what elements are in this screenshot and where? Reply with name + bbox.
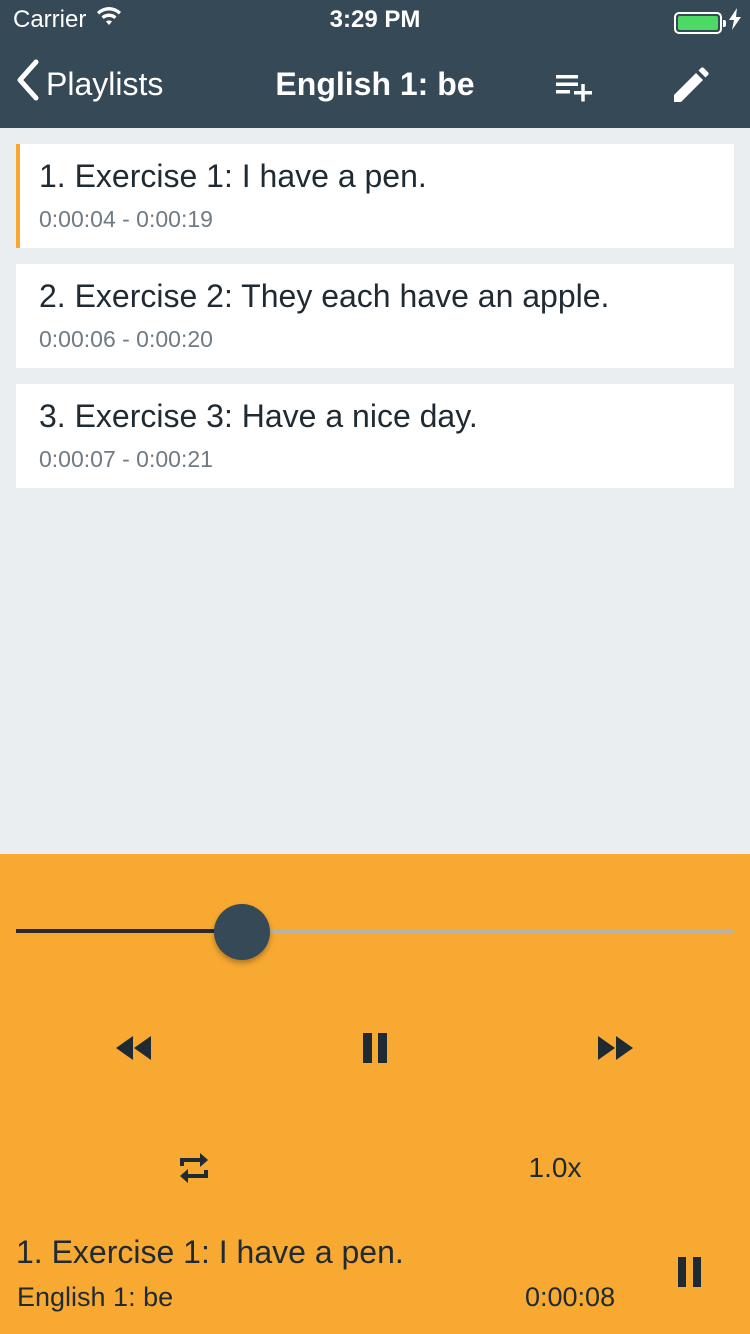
fast-forward-icon: [595, 1034, 635, 1067]
now-playing-playlist: English 1: be: [17, 1282, 174, 1312]
pencil-icon[interactable]: [668, 64, 712, 108]
top-bar: Carrier 3:29 PM Playlists English 1: be: [0, 0, 750, 128]
seek-slider[interactable]: [16, 902, 734, 962]
back-button[interactable]: Playlists: [14, 58, 164, 110]
track-list: 1. Exercise 1: I have a pen. 0:00:04 - 0…: [16, 144, 734, 504]
navigation-bar: Playlists English 1: be: [0, 40, 750, 128]
pause-icon: [360, 1032, 390, 1069]
chevron-left-icon: [14, 58, 40, 110]
player-panel: 1.0x 1. Exercise 1: I have a pen. Englis…: [0, 854, 750, 1334]
fast-forward-button[interactable]: [587, 1022, 643, 1078]
track-time-range: 0:00:04 - 0:00:19: [39, 206, 213, 232]
elapsed-time: 0:00:08: [525, 1282, 616, 1312]
rewind-icon: [114, 1034, 154, 1067]
mini-pause-button[interactable]: [662, 1246, 718, 1302]
repeat-icon: [174, 1148, 214, 1193]
playback-speed-button[interactable]: 1.0x: [510, 1152, 600, 1184]
charging-bolt-icon: [728, 8, 742, 37]
now-playing-title: 1. Exercise 1: I have a pen.: [16, 1234, 404, 1270]
track-time-range: 0:00:06 - 0:00:20: [39, 326, 213, 352]
repeat-button[interactable]: [166, 1142, 222, 1198]
track-time-range: 0:00:07 - 0:00:21: [39, 446, 213, 472]
pause-button[interactable]: [347, 1022, 403, 1078]
status-bar: Carrier 3:29 PM: [0, 0, 750, 40]
battery-icon: [674, 11, 726, 34]
track-title: 1. Exercise 1: I have a pen.: [39, 158, 427, 194]
back-button-label: Playlists: [46, 65, 164, 102]
playlist-add-icon[interactable]: [552, 64, 596, 108]
track-item-2[interactable]: 2. Exercise 2: They each have an apple. …: [16, 264, 734, 368]
rewind-button[interactable]: [106, 1022, 162, 1078]
track-item-1[interactable]: 1. Exercise 1: I have a pen. 0:00:04 - 0…: [16, 144, 734, 248]
track-title: 3. Exercise 3: Have a nice day.: [39, 398, 478, 434]
status-time: 3:29 PM: [329, 6, 421, 33]
slider-thumb[interactable]: [214, 904, 271, 960]
battery-level: [678, 15, 718, 30]
track-item-3[interactable]: 3. Exercise 3: Have a nice day. 0:00:07 …: [16, 384, 734, 488]
track-title: 2. Exercise 2: They each have an apple.: [39, 278, 610, 314]
pause-icon: [676, 1256, 704, 1292]
battery-indicator: [674, 8, 742, 37]
slider-progress: [16, 929, 243, 933]
